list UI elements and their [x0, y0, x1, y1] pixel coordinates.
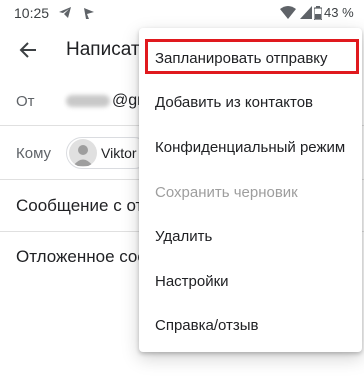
menu-item-delete[interactable]: Удалить: [139, 214, 362, 259]
recipient-chip[interactable]: Viktor: [66, 137, 150, 169]
menu-item-confidential-mode[interactable]: Конфиденциальный режим: [139, 125, 362, 170]
subject-field[interactable]: Сообщение с от: [16, 196, 143, 216]
signal-icon: [300, 6, 312, 24]
page-title: Написат: [66, 39, 140, 60]
from-field[interactable]: @gm: [66, 92, 150, 110]
overflow-menu: Запланировать отправку Добавить из конта…: [139, 28, 362, 352]
status-bar: 10:25 43 %: [0, 0, 364, 26]
status-time: 10:25: [14, 5, 50, 21]
wifi-icon: [280, 6, 296, 24]
menu-item-schedule-send[interactable]: Запланировать отправку: [139, 36, 362, 81]
from-label: От: [16, 93, 35, 110]
menu-item-help-feedback[interactable]: Справка/отзыв: [139, 304, 362, 349]
recipient-name: Viktor: [101, 145, 137, 161]
battery-percent: 43 %: [324, 5, 354, 20]
menu-item-add-from-contacts[interactable]: Добавить из контактов: [139, 81, 362, 126]
menu-item-settings[interactable]: Настройки: [139, 259, 362, 304]
flag-notification-icon: [82, 6, 96, 25]
back-button[interactable]: [14, 36, 42, 64]
battery-icon: [313, 6, 323, 25]
redacted-text: [66, 94, 110, 107]
avatar: [69, 139, 97, 167]
telegram-icon: [58, 6, 72, 24]
menu-item-save-draft: Сохранить черновик: [155, 183, 298, 201]
arrow-back-icon: [19, 42, 36, 58]
to-label: Кому: [16, 145, 52, 162]
body-field[interactable]: Отложенное соо: [16, 247, 147, 267]
